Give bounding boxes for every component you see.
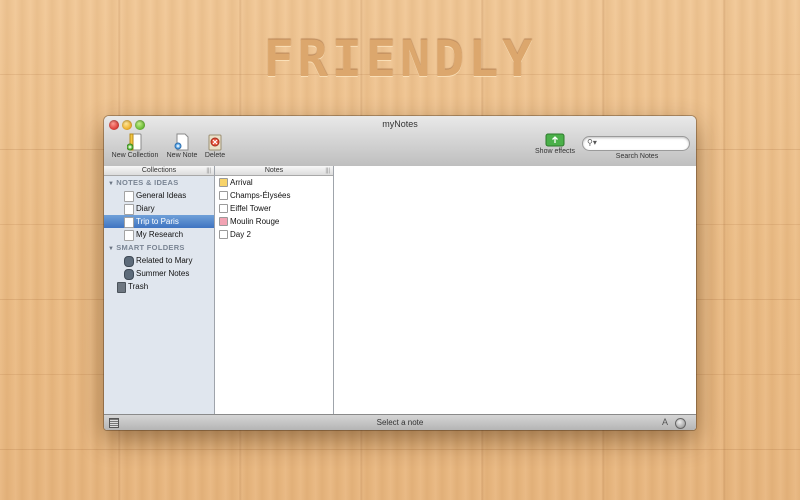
status-text: Select a note [376, 418, 424, 427]
action-icon[interactable] [675, 418, 686, 429]
search-icon: ⚲▾ [587, 138, 597, 147]
new-note-label: New Note [166, 152, 198, 159]
note-label: Eiffel Tower [230, 204, 272, 213]
note-color-tag-icon [219, 230, 228, 239]
collections-sidebar: Collections ||| ▼ NOTES & IDEAS General I… [104, 166, 215, 414]
note-color-tag-icon [219, 217, 228, 226]
titlebar: myNotes New Collection New Note Delete S… [104, 116, 696, 167]
folder-icon [124, 191, 134, 202]
window-title: myNotes [382, 119, 418, 129]
show-effects-icon [545, 133, 565, 147]
new-collection-button[interactable]: New Collection [109, 133, 161, 159]
search-input[interactable]: ⚲▾ [582, 136, 690, 151]
note-color-tag-icon [219, 178, 228, 187]
new-collection-icon [127, 133, 142, 151]
hero-title: FRIENDLY [263, 30, 537, 88]
new-collection-label: New Collection [111, 152, 159, 159]
note-color-tag-icon [219, 191, 228, 200]
note-row[interactable]: Day 2 [215, 228, 333, 241]
smart-folder-icon [124, 256, 134, 267]
note-detail-pane[interactable] [334, 166, 696, 414]
folder-icon [124, 217, 134, 228]
note-label: Day 2 [230, 230, 251, 239]
column-resize-grip[interactable]: ||| [325, 167, 330, 176]
group-label: NOTES & IDEAS [116, 178, 179, 187]
new-note-button[interactable]: New Note [164, 133, 200, 159]
font-icon[interactable]: A [662, 417, 668, 427]
note-row[interactable]: Eiffel Tower [215, 202, 333, 215]
collections-header-label: Collections [141, 167, 177, 174]
note-row[interactable]: Moulin Rouge [215, 215, 333, 228]
sidebar-item-summer-notes[interactable]: Summer Notes [104, 267, 214, 280]
notes-header-label: Notes [264, 167, 284, 174]
sidebar-item-trash[interactable]: Trash [104, 280, 214, 293]
status-bar: Select a note A [104, 414, 696, 430]
note-row[interactable]: Arrival [215, 176, 333, 189]
notes-list: Notes ||| Arrival Champs-Élysées Eiffel To… [215, 166, 334, 414]
new-note-icon [174, 133, 189, 151]
folder-icon [124, 204, 134, 215]
notes-header[interactable]: Notes ||| [215, 166, 333, 176]
sidebar-item-label: Trash [128, 282, 149, 291]
search-notes-label: Search Notes [615, 153, 659, 160]
group-smart-folders[interactable]: ▼ SMART FOLDERS [104, 241, 214, 254]
note-label: Champs-Élysées [230, 191, 291, 200]
show-effects-label: Show effects [535, 148, 575, 155]
note-label: Moulin Rouge [230, 217, 280, 226]
note-row[interactable]: Champs-Élysées [215, 189, 333, 202]
show-effects-button[interactable]: Show effects [532, 133, 578, 155]
sidebar-item-trip-to-paris[interactable]: Trip to Paris [104, 215, 214, 228]
trash-icon [117, 282, 126, 293]
note-label: Arrival [230, 178, 253, 187]
note-color-tag-icon [219, 204, 228, 213]
sidebar-item-my-research[interactable]: My Research [104, 228, 214, 241]
column-resize-grip[interactable]: ||| [206, 167, 211, 176]
collections-header[interactable]: Collections ||| [104, 166, 214, 176]
folder-icon [124, 230, 134, 241]
sidebar-item-related-to-mary[interactable]: Related to Mary [104, 254, 214, 267]
smart-folder-icon [124, 269, 134, 280]
delete-icon [208, 134, 222, 151]
group-notes-ideas[interactable]: ▼ NOTES & IDEAS [104, 176, 214, 189]
sidebar-item-label: Trip to Paris [136, 217, 179, 226]
sidebar-item-general-ideas[interactable]: General Ideas [104, 189, 214, 202]
sidebar-item-label: Summer Notes [136, 269, 190, 278]
sidebar-item-label: My Research [136, 230, 184, 239]
sidebar-item-label: Related to Mary [136, 256, 193, 265]
sidebar-item-label: General Ideas [136, 191, 187, 200]
app-window: myNotes New Collection New Note Delete S… [104, 116, 696, 430]
sidebar-item-diary[interactable]: Diary [104, 202, 214, 215]
group-label: SMART FOLDERS [116, 243, 185, 252]
delete-button[interactable]: Delete [202, 133, 228, 159]
delete-label: Delete [204, 152, 226, 159]
sidebar-item-label: Diary [136, 204, 155, 213]
